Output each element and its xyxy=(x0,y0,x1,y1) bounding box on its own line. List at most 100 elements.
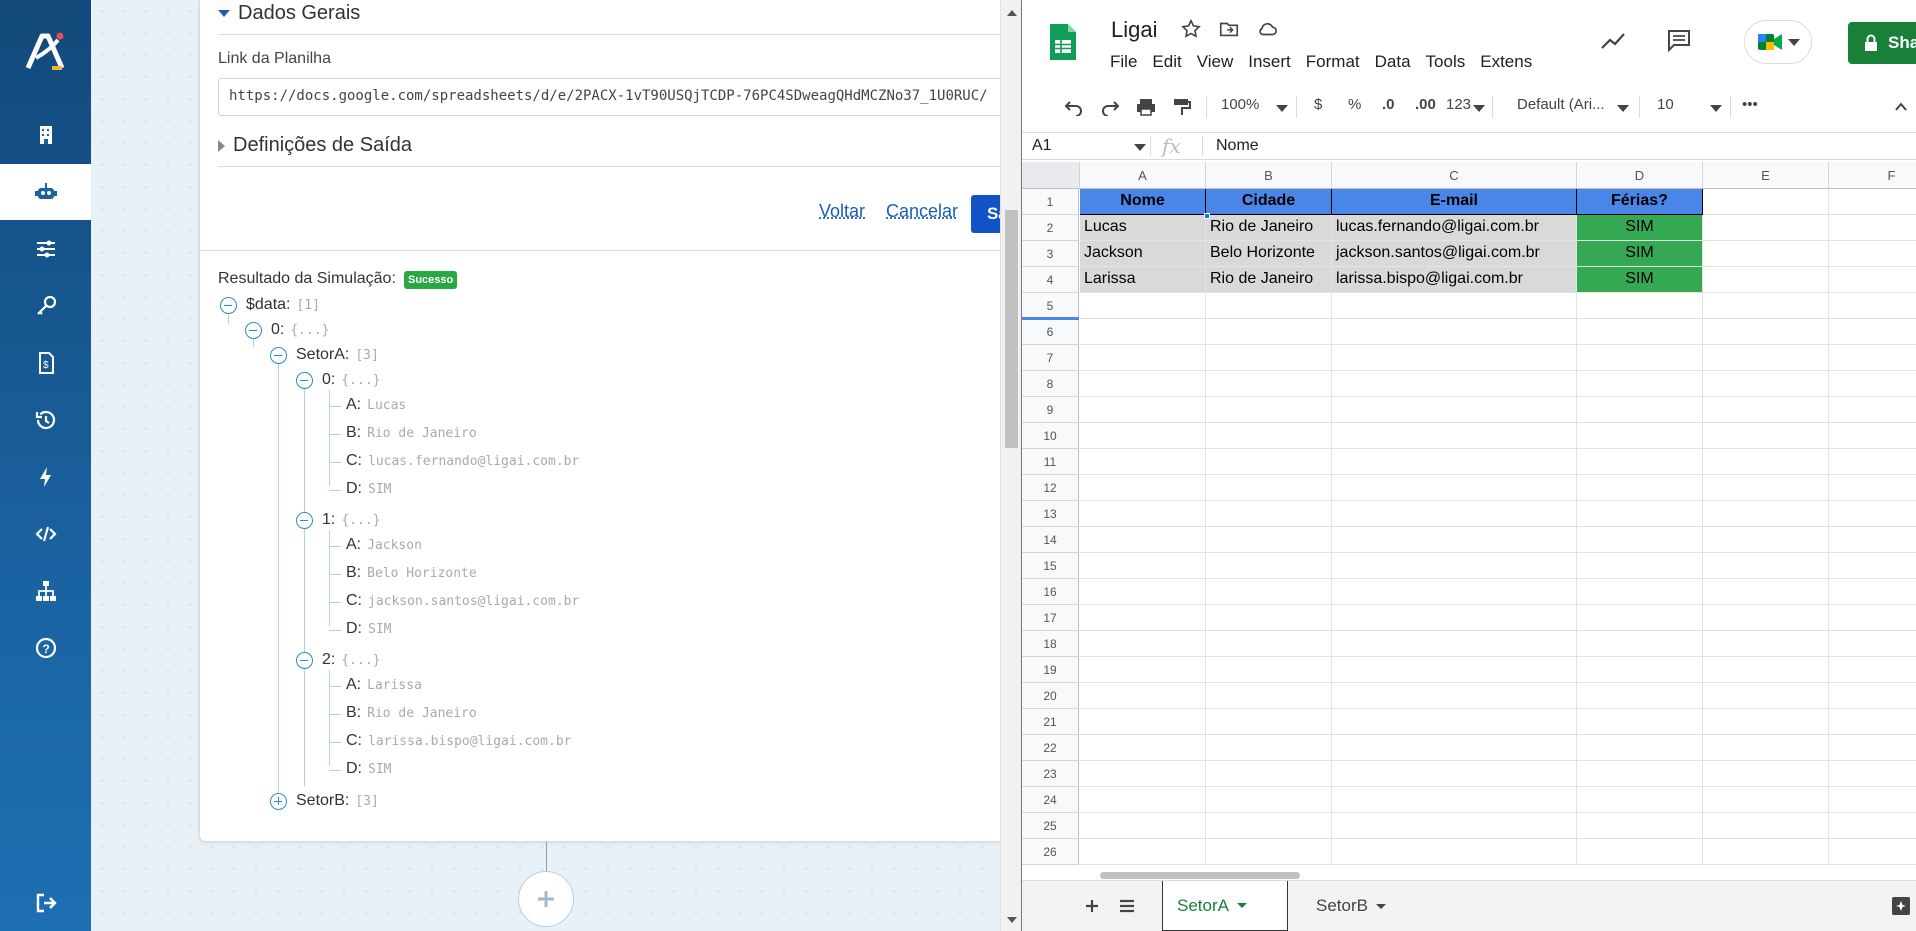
grid-cell[interactable] xyxy=(1829,267,1916,293)
comment-icon[interactable] xyxy=(1666,28,1692,52)
header-cell[interactable]: Cidade xyxy=(1206,189,1332,215)
grid-cell[interactable] xyxy=(1703,761,1829,787)
grid-cell[interactable] xyxy=(1577,709,1703,735)
grid-cell[interactable] xyxy=(1080,319,1206,345)
grid-cell[interactable] xyxy=(1577,735,1703,761)
data-cell[interactable]: SIM xyxy=(1577,215,1703,241)
grid-cell[interactable] xyxy=(1829,631,1916,657)
grid-cell[interactable] xyxy=(1332,839,1577,865)
grid-cell[interactable] xyxy=(1703,397,1829,423)
collapse-icon[interactable] xyxy=(296,652,313,669)
grid-cell[interactable] xyxy=(1829,787,1916,813)
grid-cell[interactable] xyxy=(1703,501,1829,527)
grid-cell[interactable] xyxy=(1703,527,1829,553)
grid-cell[interactable] xyxy=(1577,813,1703,839)
meet-button[interactable] xyxy=(1744,20,1812,64)
grid-cell[interactable] xyxy=(1577,423,1703,449)
grid-cell[interactable] xyxy=(1703,839,1829,865)
scroll-thumb[interactable] xyxy=(1100,872,1300,879)
grid-cell[interactable] xyxy=(1206,319,1332,345)
grid-cell[interactable] xyxy=(1829,189,1916,215)
grid-cell[interactable] xyxy=(1829,345,1916,371)
grid-cell[interactable] xyxy=(1577,761,1703,787)
add-sheet-icon[interactable] xyxy=(1084,898,1100,914)
row-header[interactable]: 3 xyxy=(1022,241,1079,267)
grid-cell[interactable] xyxy=(1577,787,1703,813)
grid-cell[interactable] xyxy=(1080,735,1206,761)
sheet-tab-setora[interactable]: SetorA xyxy=(1162,881,1288,931)
grid-cell[interactable] xyxy=(1206,397,1332,423)
grid-cell[interactable] xyxy=(1577,371,1703,397)
chevron-down-icon[interactable] xyxy=(1134,144,1146,151)
header-cell[interactable]: E-mail xyxy=(1332,189,1577,215)
grid-cell[interactable] xyxy=(1829,241,1916,267)
expand-icon[interactable] xyxy=(270,793,287,810)
selection-handle[interactable] xyxy=(1204,213,1210,219)
row-header[interactable]: 26 xyxy=(1022,839,1079,865)
grid-cell[interactable] xyxy=(1080,605,1206,631)
grid-cell[interactable] xyxy=(1577,397,1703,423)
grid-cell[interactable] xyxy=(1703,241,1829,267)
grid-cell[interactable] xyxy=(1703,189,1829,215)
row-header[interactable]: 6 xyxy=(1022,319,1079,345)
grid-cell[interactable] xyxy=(1829,371,1916,397)
grid-cell[interactable] xyxy=(1577,475,1703,501)
grid-cell[interactable] xyxy=(1080,475,1206,501)
grid-cell[interactable] xyxy=(1080,813,1206,839)
explore-icon[interactable] xyxy=(1890,895,1912,917)
back-button[interactable]: Voltar xyxy=(819,201,865,222)
grid-cell[interactable] xyxy=(1703,813,1829,839)
decrease-decimal-button[interactable]: .0 xyxy=(1382,96,1395,113)
grid-cell[interactable] xyxy=(1206,657,1332,683)
paint-format-icon[interactable] xyxy=(1172,97,1192,117)
collapse-icon[interactable] xyxy=(220,297,237,314)
grid-cell[interactable] xyxy=(1206,813,1332,839)
row-header[interactable]: 4 xyxy=(1022,267,1079,293)
nav-help[interactable]: ? xyxy=(0,620,91,676)
column-header[interactable]: B xyxy=(1206,162,1332,189)
grid-cell[interactable] xyxy=(1703,735,1829,761)
grid-cell[interactable] xyxy=(1829,683,1916,709)
menu-tools[interactable]: Tools xyxy=(1426,52,1466,72)
grid-cell[interactable] xyxy=(1577,605,1703,631)
grid-cell[interactable] xyxy=(1080,839,1206,865)
redo-icon[interactable] xyxy=(1100,98,1120,116)
grid-cell[interactable] xyxy=(1829,423,1916,449)
scroll-up-icon[interactable] xyxy=(1007,10,1017,16)
sheets-logo-icon[interactable] xyxy=(1048,22,1078,62)
grid-cell[interactable] xyxy=(1829,553,1916,579)
nav-robot[interactable] xyxy=(0,164,91,220)
grid-cell[interactable] xyxy=(1577,553,1703,579)
grid-cell[interactable] xyxy=(1703,267,1829,293)
row-header[interactable]: 19 xyxy=(1022,657,1079,683)
app-logo[interactable] xyxy=(22,28,70,76)
grid-cell[interactable] xyxy=(1080,345,1206,371)
grid-cell[interactable] xyxy=(1829,215,1916,241)
grid-cell[interactable] xyxy=(1080,761,1206,787)
grid-cell[interactable] xyxy=(1829,527,1916,553)
grid-cell[interactable] xyxy=(1332,579,1577,605)
row-header[interactable]: 15 xyxy=(1022,553,1079,579)
grid-cell[interactable] xyxy=(1332,605,1577,631)
menu-insert[interactable]: Insert xyxy=(1248,52,1291,72)
grid-cell[interactable] xyxy=(1080,631,1206,657)
name-box[interactable]: A1 xyxy=(1032,137,1052,155)
grid-cell[interactable] xyxy=(1829,605,1916,631)
grid-cell[interactable] xyxy=(1577,501,1703,527)
chevron-down-icon[interactable] xyxy=(1710,105,1722,112)
font-select[interactable]: Default (Ari... xyxy=(1517,96,1605,113)
grid-cell[interactable] xyxy=(1703,631,1829,657)
font-size-select[interactable]: 10 xyxy=(1657,96,1674,113)
data-cell[interactable]: Rio de Janeiro xyxy=(1206,215,1332,241)
grid-cell[interactable] xyxy=(1332,657,1577,683)
nav-triggers[interactable] xyxy=(0,449,91,505)
grid-cell[interactable] xyxy=(1703,449,1829,475)
menu-format[interactable]: Format xyxy=(1306,52,1360,72)
grid-cell[interactable] xyxy=(1829,319,1916,345)
grid-cell[interactable] xyxy=(1577,527,1703,553)
row-header[interactable]: 7 xyxy=(1022,345,1079,371)
grid-cell[interactable] xyxy=(1332,527,1577,553)
print-icon[interactable] xyxy=(1135,97,1157,117)
grid-cell[interactable] xyxy=(1080,423,1206,449)
grid-cell[interactable] xyxy=(1080,501,1206,527)
